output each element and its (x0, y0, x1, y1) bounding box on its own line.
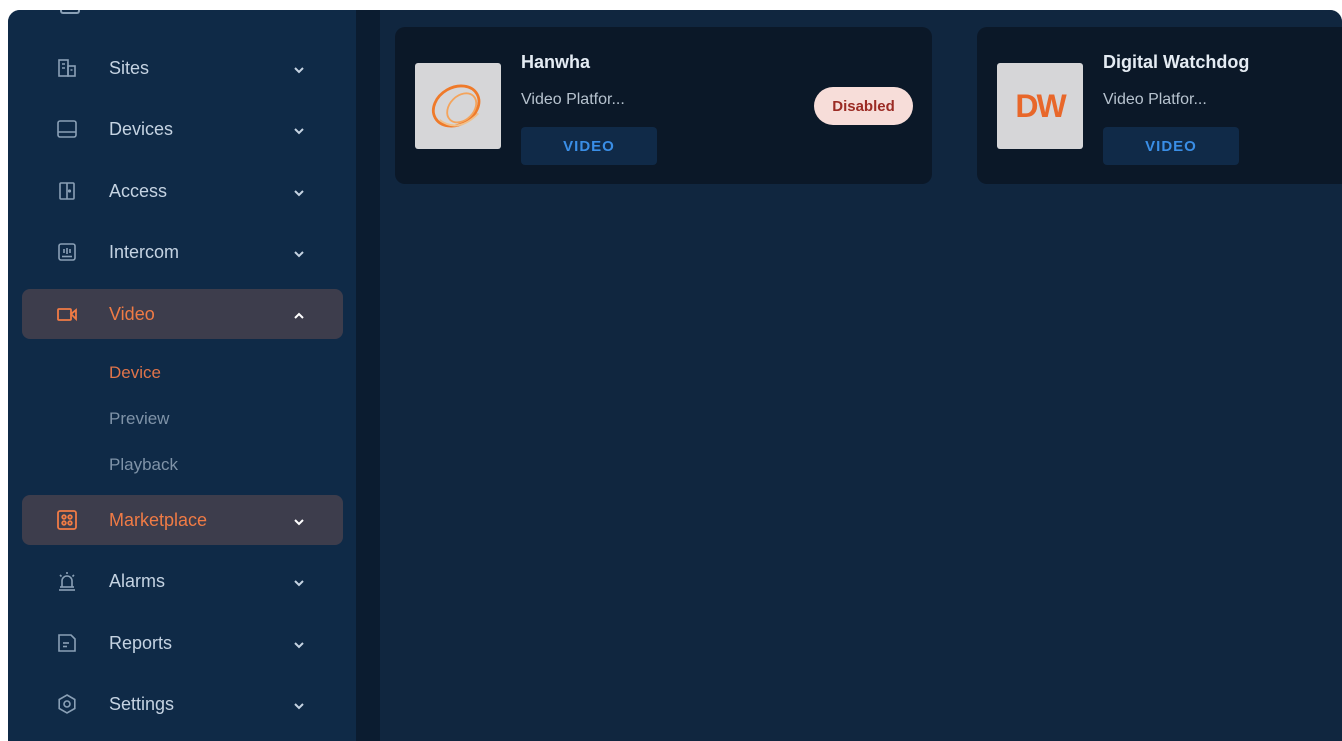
sidebar-item-settings[interactable]: Settings (22, 679, 343, 729)
sidebar-item-video[interactable]: Video (22, 289, 343, 339)
sidebar-item-sites[interactable]: Sites (22, 43, 343, 93)
chevron-down-icon (292, 513, 306, 527)
video-camera-icon (56, 303, 78, 325)
sidebar-subitem-playback[interactable]: Playback (109, 455, 178, 475)
sidebar-item-label: Access (109, 180, 168, 201)
sidebar-item-devices[interactable]: Devices (22, 104, 343, 154)
door-icon (56, 180, 78, 202)
sidebar-item-marketplace[interactable]: Marketplace (22, 495, 343, 545)
report-icon (56, 632, 78, 654)
chevron-down-icon (292, 184, 306, 198)
status-badge: Disabled (814, 87, 913, 125)
sidebar-item-label: Reports (109, 632, 173, 653)
main-content: Hanwha Video Platfor... VIDEO Disabled D… (380, 10, 1342, 741)
sidebar-item-reports[interactable]: Reports (22, 618, 343, 668)
card-title: Digital Watchdog (1103, 52, 1250, 72)
sidebar-item-label: Video (109, 303, 155, 324)
sidebar-item-label: Settings (109, 693, 175, 714)
intercom-icon (56, 241, 78, 263)
sidebar-item-label: Marketplace (109, 509, 208, 530)
chevron-down-icon (292, 574, 306, 588)
digital-watchdog-logo: DW (997, 63, 1083, 149)
hanwha-logo (415, 63, 501, 149)
sidebar-subitem-device[interactable]: Device (109, 363, 161, 383)
card-subtitle: Video Platfor... (521, 91, 625, 108)
integration-card-hanwha[interactable]: Hanwha Video Platfor... VIDEO Disabled (395, 27, 932, 184)
sidebar-subitem-preview[interactable]: Preview (109, 409, 169, 429)
chevron-down-icon (292, 61, 306, 75)
sidebar-item-alarms[interactable]: Alarms (22, 556, 343, 606)
siren-icon (56, 570, 78, 592)
chevron-down-icon (292, 697, 306, 711)
integration-card-digital-watchdog[interactable]: DW Digital Watchdog Video Platfor... VID… (977, 27, 1342, 184)
marketplace-icon (56, 509, 78, 531)
card-title: Hanwha (521, 52, 591, 72)
chevron-down-icon (292, 245, 306, 259)
partial-menu-icon (60, 10, 80, 14)
sidebar-divider (356, 10, 380, 741)
sidebar-item-label: Sites (109, 57, 150, 78)
sidebar-item-intercom[interactable]: Intercom (22, 227, 343, 277)
chevron-down-icon (292, 636, 306, 650)
video-tag-button[interactable]: VIDEO (1103, 127, 1239, 165)
sidebar-item-label: Alarms (109, 570, 166, 591)
device-icon (56, 118, 78, 140)
sidebar: Sites Devices Access Intercom Video Devi… (8, 10, 356, 741)
card-subtitle: Video Platfor... (1103, 91, 1207, 108)
sidebar-item-label: Intercom (109, 241, 180, 262)
video-tag-button[interactable]: VIDEO (521, 127, 657, 165)
chevron-up-icon (292, 307, 306, 321)
sidebar-item-label: Devices (109, 118, 174, 139)
building-icon (56, 57, 78, 79)
chevron-down-icon (292, 122, 306, 136)
sidebar-item-access[interactable]: Access (22, 166, 343, 216)
app-window: Sites Devices Access Intercom Video Devi… (8, 10, 1342, 741)
gear-icon (56, 693, 78, 715)
